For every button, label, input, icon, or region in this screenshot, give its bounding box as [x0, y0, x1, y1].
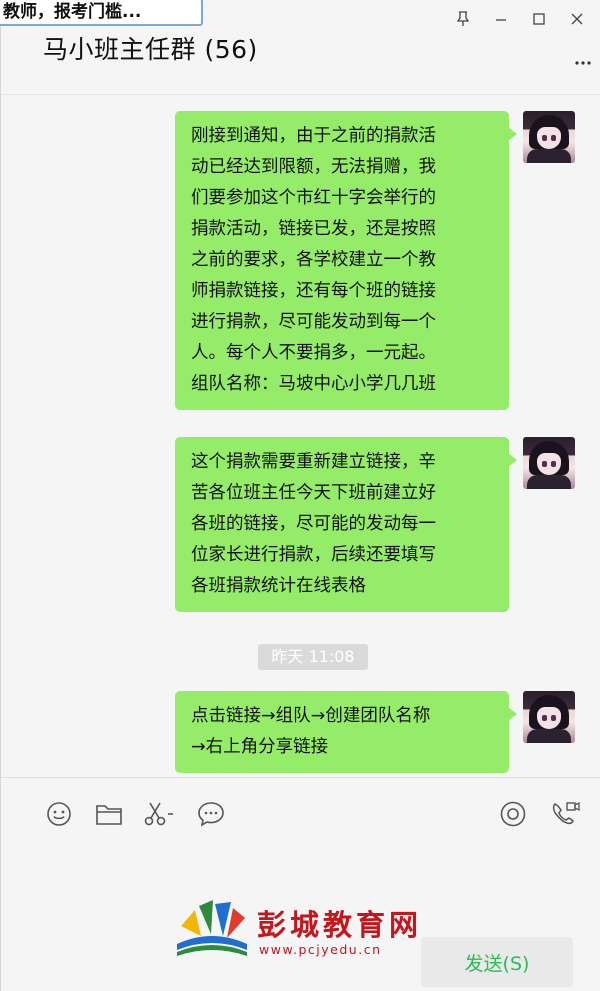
avatar-eye — [551, 715, 556, 721]
watermark-url: www.pcjyedu.cn — [259, 942, 382, 957]
avatar[interactable] — [523, 111, 575, 163]
message-line: 之前的要求，各学校建立一个教 — [191, 250, 436, 270]
avatar-eye — [542, 461, 547, 467]
message-bubble[interactable]: 这个捐款需要重新建立链接，辛 苦各位班主任今天下班前建立好 各班的链接，尽可能的… — [175, 437, 517, 612]
pin-icon[interactable] — [446, 6, 480, 32]
emoji-icon[interactable] — [43, 798, 75, 830]
message-line: 进行捐款，尽可能发动到每一个 — [191, 312, 436, 332]
watermark: 彭城教育网 www.pcjyedu.cn — [173, 896, 443, 964]
avatar-body — [527, 149, 571, 163]
avatar-eye — [542, 135, 547, 141]
message-line: 点击链接→组队→创建团队名称 — [191, 706, 431, 726]
message-item: 这个捐款需要重新建立链接，辛 苦各位班主任今天下班前建立好 各班的链接，尽可能的… — [175, 437, 575, 612]
message-line: 师捐款链接，还有每个班的链接 — [191, 281, 436, 301]
message-bubble[interactable]: 点击链接→组队→创建团队名称 →右上角分享链接 — [175, 691, 517, 773]
message-item: 刚接到通知，由于之前的捐款活 动已经达到限额，无法捐赠，我 们要参加这个市红十字… — [175, 111, 575, 410]
avatar-body — [527, 729, 571, 743]
maximize-icon[interactable] — [522, 6, 556, 32]
avatar[interactable] — [523, 437, 575, 489]
window-controls — [446, 6, 594, 32]
message-line: →右上角分享链接 — [191, 737, 329, 757]
message-line: 苦各位班主任今天下班前建立好 — [191, 483, 436, 503]
avatar-body — [527, 475, 571, 489]
notification-tooltip[interactable]: 教师，报考门槛... — [0, 0, 203, 26]
message-bubble[interactable]: 刚接到通知，由于之前的捐款活 动已经达到限额，无法捐赠，我 们要参加这个市红十字… — [175, 111, 517, 410]
folder-icon[interactable] — [93, 798, 125, 830]
avatar[interactable] — [523, 691, 575, 743]
message-item: 点击链接→组队→创建团队名称 →右上角分享链接 — [175, 691, 575, 773]
send-button[interactable]: 发送(S) — [421, 937, 573, 987]
chat-title: 马小班主任群 (56) — [43, 35, 258, 64]
message-line: 人。每个人不要捐多，一元起。 — [191, 343, 436, 363]
message-line: 刚接到通知，由于之前的捐款活 — [191, 126, 436, 146]
message-line: 各班的链接，尽可能的发动每一 — [191, 514, 436, 534]
more-options-icon[interactable] — [574, 48, 592, 73]
video-call-icon[interactable] — [549, 798, 581, 830]
time-separator: 昨天 11:08 — [258, 644, 368, 670]
message-line: 们要参加这个市红十字会举行的 — [191, 188, 436, 208]
live-icon[interactable] — [497, 798, 529, 830]
scissors-icon[interactable] — [143, 798, 175, 830]
message-line: 位家长进行捐款，后续还要填写 — [191, 545, 436, 565]
input-toolbar — [1, 790, 600, 840]
minimize-icon[interactable] — [484, 6, 518, 32]
message-line: 捐款活动，链接已发，还是按照 — [191, 219, 436, 239]
avatar-eye — [551, 461, 556, 467]
chat-bubble-icon[interactable] — [195, 798, 227, 830]
message-line: 动已经达到限额，无法捐赠，我 — [191, 157, 436, 177]
chat-window: 教师，报考门槛... 马小班主任群 (56) 刚接到通知，由于之前的捐款活 动已… — [0, 0, 600, 991]
message-line: 各班捐款统计在线表格 — [191, 576, 366, 596]
close-icon[interactable] — [560, 6, 594, 32]
watermark-name: 彭城教育网 — [257, 908, 423, 942]
avatar-eye — [551, 135, 556, 141]
message-line: 组队名称：马坡中心小学几几班 — [191, 374, 436, 394]
avatar-eye — [542, 715, 547, 721]
message-list[interactable]: 刚接到通知，由于之前的捐款活 动已经达到限额，无法捐赠，我 们要参加这个市红十字… — [1, 95, 600, 777]
input-divider — [1, 777, 600, 778]
watermark-logo-icon — [177, 900, 247, 956]
message-line: 这个捐款需要重新建立链接，辛 — [191, 452, 436, 472]
